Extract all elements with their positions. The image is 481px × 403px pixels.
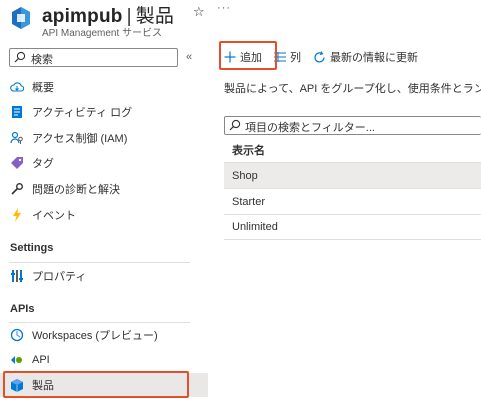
activity-log-icon xyxy=(10,105,24,119)
sidebar-item-label: プロパティ xyxy=(32,271,87,283)
product-name-link[interactable]: Unlimited xyxy=(232,221,278,233)
sidebar-item-properties[interactable]: プロパティ xyxy=(0,264,208,288)
properties-icon xyxy=(10,269,24,283)
tag-icon xyxy=(10,156,24,170)
table-row[interactable]: Starter xyxy=(224,188,481,214)
columns-button[interactable]: 列 xyxy=(274,49,301,65)
lightning-icon xyxy=(10,208,24,222)
sidebar-item-label: 問題の診断と解決 xyxy=(32,184,120,196)
sidebar-item-label: API xyxy=(32,354,50,366)
page-description: 製品によって、API をグループ化し、使用条件とランタイ xyxy=(224,83,481,95)
section-divider xyxy=(9,262,190,263)
sidebar-item-tags[interactable]: タグ xyxy=(0,151,208,175)
page-header: apimpub | 製品 API Management サービス ☆ ··· xyxy=(0,0,481,42)
search-icon xyxy=(229,119,241,131)
collapse-sidebar-icon[interactable]: « xyxy=(186,51,192,63)
sidebar-item-label: Workspaces (プレビュー) xyxy=(32,330,158,342)
section-heading-settings: Settings xyxy=(10,242,54,254)
refresh-button[interactable]: 最新の情報に更新 xyxy=(313,49,418,65)
sidebar-item-label: アクセス制御 (IAM) xyxy=(32,133,128,145)
sidebar-item-label: アクティビティ ログ xyxy=(32,107,133,119)
api-management-icon xyxy=(12,7,30,29)
sidebar-item-activity-log[interactable]: アクティビティ ログ xyxy=(0,100,208,124)
workspaces-icon xyxy=(10,328,24,342)
column-header-display-name[interactable]: 表示名 xyxy=(232,142,265,158)
filter-placeholder: 項目の検索とフィルター... xyxy=(245,122,375,134)
add-highlight-box xyxy=(219,41,277,70)
table-row[interactable]: Unlimited xyxy=(224,214,481,240)
star-icon[interactable]: ☆ xyxy=(193,4,205,20)
refresh-icon xyxy=(313,50,326,64)
api-icon xyxy=(10,353,24,367)
search-placeholder: 検索 xyxy=(31,54,53,66)
search-icon xyxy=(14,51,26,63)
iam-icon xyxy=(10,131,24,145)
sidebar-search-input[interactable]: 検索 xyxy=(9,48,178,67)
table-row[interactable]: Shop xyxy=(224,162,481,188)
more-options-icon[interactable]: ··· xyxy=(217,2,231,14)
sidebar-item-events[interactable]: イベント xyxy=(0,203,208,227)
refresh-button-label: 最新の情報に更新 xyxy=(330,52,418,64)
section-heading-apis: APIs xyxy=(10,303,35,315)
sidebar-item-label: 概要 xyxy=(32,82,54,94)
sidebar-item-diagnose[interactable]: 問題の診断と解決 xyxy=(0,177,208,201)
products-highlight-box xyxy=(3,371,189,398)
sidebar-item-label: イベント xyxy=(32,210,76,222)
sidebar-item-api[interactable]: API xyxy=(0,348,208,372)
product-name-link[interactable]: Shop xyxy=(232,170,258,182)
cloud-icon xyxy=(10,80,24,94)
sidebar-item-overview[interactable]: 概要 xyxy=(0,75,208,99)
resource-subtitle: API Management サービス xyxy=(42,28,163,39)
sidebar-item-iam[interactable]: アクセス制御 (IAM) xyxy=(0,126,208,150)
wrench-icon xyxy=(10,182,24,196)
sidebar-item-workspaces[interactable]: Workspaces (プレビュー) xyxy=(0,323,208,347)
filter-input[interactable]: 項目の検索とフィルター... xyxy=(224,116,481,135)
columns-button-label: 列 xyxy=(290,52,301,64)
sidebar-item-label: タグ xyxy=(32,158,54,170)
product-name-link[interactable]: Starter xyxy=(232,196,265,208)
